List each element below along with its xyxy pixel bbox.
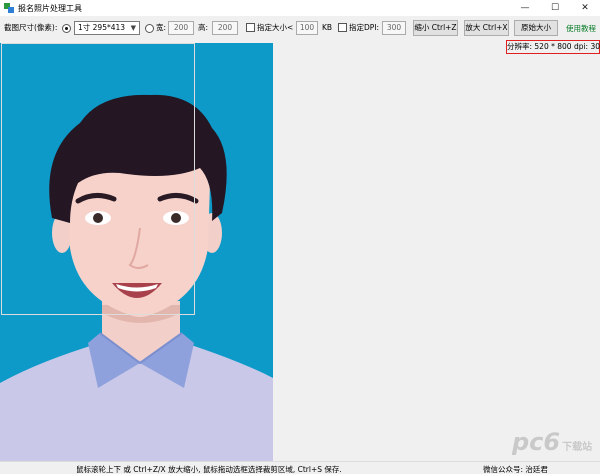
- width-input[interactable]: 200: [168, 21, 194, 35]
- height-label: 高:: [198, 23, 209, 32]
- photo-canvas[interactable]: [0, 43, 273, 461]
- preset-size-radio[interactable]: [62, 24, 71, 33]
- close-icon: ✕: [581, 3, 589, 13]
- minimize-button[interactable]: —: [510, 0, 540, 16]
- app-icon: [4, 3, 14, 13]
- size-limit-input[interactable]: 100: [296, 21, 318, 35]
- shrink-button[interactable]: 缩小 Ctrl+Z: [413, 20, 458, 36]
- crop-size-label: 截图尺寸(像素):: [4, 23, 58, 32]
- size-unit-label: KB: [322, 23, 333, 32]
- watermark-sub: 下载站: [562, 442, 593, 453]
- dpi-checkbox[interactable]: [338, 23, 347, 32]
- wechat-account: 微信公众号: 治廷君: [483, 465, 548, 474]
- dpi-label: 指定DPI:: [349, 23, 380, 32]
- minimize-icon: —: [520, 3, 530, 13]
- status-hint: 鼠标滚轮上下 或 Ctrl+Z/X 放大缩小, 鼠标拖动选框选择裁剪区域, Ct…: [76, 465, 342, 474]
- dpi-input[interactable]: 300: [382, 21, 406, 35]
- window-title: 报名照片处理工具: [18, 4, 82, 13]
- maximize-icon: ☐: [550, 3, 560, 13]
- crop-selection-box[interactable]: [1, 43, 195, 315]
- resolution-indicator: 分辨率: 520 * 800 dpi: 300: [506, 40, 600, 54]
- custom-size-radio[interactable]: [145, 24, 154, 33]
- watermark-main: pc6: [512, 428, 561, 456]
- height-input[interactable]: 200: [212, 21, 238, 35]
- chevron-down-icon: ▼: [130, 24, 136, 32]
- size-limit-checkbox[interactable]: [246, 23, 255, 32]
- status-bar: 鼠标滚轮上下 或 Ctrl+Z/X 放大缩小, 鼠标拖动选框选择裁剪区域, Ct…: [0, 461, 600, 474]
- tutorial-link[interactable]: 使用教程: [566, 23, 596, 34]
- watermark-logo: pc6 下载站: [512, 428, 592, 456]
- preset-size-value: 1寸 295*413: [78, 23, 126, 32]
- enlarge-button[interactable]: 放大 Ctrl+X: [464, 20, 509, 36]
- title-bar: 报名照片处理工具 — ☐ ✕: [0, 0, 600, 16]
- width-label: 宽:: [156, 23, 167, 32]
- size-limit-label: 指定大小<: [257, 23, 294, 32]
- original-size-button[interactable]: 原始大小: [514, 20, 558, 36]
- toolbar: 截图尺寸(像素): 1寸 295*413 ▼ 宽: 200 高: 200 指定大…: [0, 17, 600, 41]
- close-button[interactable]: ✕: [570, 0, 600, 16]
- maximize-button[interactable]: ☐: [540, 0, 570, 16]
- preset-size-select[interactable]: 1寸 295*413 ▼: [74, 21, 140, 35]
